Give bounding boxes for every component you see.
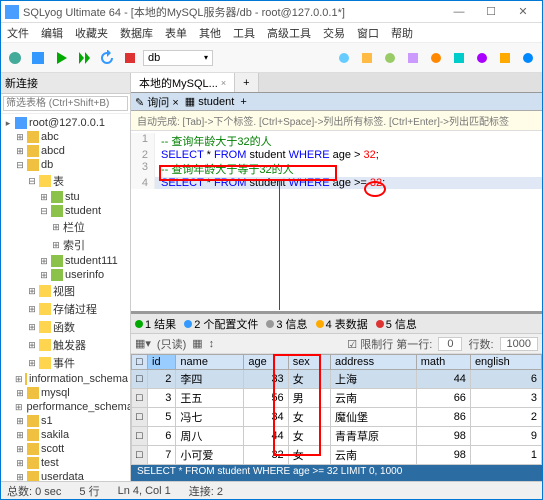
new-conn-icon[interactable]: [5, 48, 25, 68]
menu-db[interactable]: 数据库: [120, 25, 153, 41]
result-tab-5[interactable]: 5 信息: [376, 316, 417, 332]
tool-icon-3[interactable]: [380, 48, 400, 68]
tool-icon-9[interactable]: [518, 48, 538, 68]
menu-adv[interactable]: 高级工具: [267, 25, 311, 41]
tool-icon-4[interactable]: [403, 48, 423, 68]
app-icon: [5, 5, 19, 19]
execute-icon[interactable]: [51, 48, 71, 68]
tool-icon-1[interactable]: [334, 48, 354, 68]
result-tab-3[interactable]: 3 信息: [266, 316, 307, 332]
menu-table[interactable]: 表单: [165, 25, 187, 41]
tool-icon-2[interactable]: [357, 48, 377, 68]
autocomplete-hint: 自动完成: [Tab]->下个标签. [Ctrl+Space]->列出所有标签.…: [131, 111, 542, 131]
close-button[interactable]: ✕: [508, 3, 538, 21]
menubar: 文件 编辑 收藏夹 数据库 表单 其他 工具 高级工具 交易 窗口 帮助: [1, 23, 542, 43]
tool-icon-6[interactable]: [449, 48, 469, 68]
tool-icon-5[interactable]: [426, 48, 446, 68]
query-tab-2[interactable]: ▦ student: [185, 95, 235, 108]
tool-icon-7[interactable]: [472, 48, 492, 68]
results-pane: 1 结果 2 个配置文件 3 信息 4 表数据 5 信息 ▦▾ (只读) ▦ ↕…: [131, 314, 542, 481]
result-footer: SELECT * FROM student WHERE age >= 32 LI…: [131, 465, 542, 481]
status-total: 总数: 0 sec: [7, 483, 61, 499]
menu-tools[interactable]: 工具: [233, 25, 255, 41]
sort-icon[interactable]: ↕: [209, 338, 215, 350]
sidebar: 新连接 ▸root@127.0.0.1 ⊞abc ⊞abcd ⊟db ⊟表 ⊞s…: [1, 73, 131, 481]
minimize-button[interactable]: —: [444, 3, 474, 21]
menu-other[interactable]: 其他: [199, 25, 221, 41]
conn-tabs: 本地的MySQL...× +: [131, 73, 542, 93]
menu-trans[interactable]: 交易: [323, 25, 345, 41]
menu-fav[interactable]: 收藏夹: [75, 25, 108, 41]
sql-editor[interactable]: 1-- 查询年龄大于32的人 2SELECT * FROM student WH…: [131, 131, 542, 211]
query-tab-1[interactable]: ✎ 询问 ×: [135, 94, 179, 110]
menu-help[interactable]: 帮助: [391, 25, 413, 41]
result-grid[interactable]: □idnameagesexaddressmathenglish □2李四33女上…: [131, 354, 542, 465]
status-pos: Ln 4, Col 1: [118, 485, 171, 497]
query-tabs: ✎ 询问 × ▦ student +: [131, 93, 542, 111]
db-combo[interactable]: db: [143, 50, 213, 66]
status-conn: 连接: 2: [189, 483, 223, 499]
row-count-input[interactable]: 1000: [500, 337, 538, 351]
menu-window[interactable]: 窗口: [357, 25, 379, 41]
execute-all-icon[interactable]: [74, 48, 94, 68]
export-icon[interactable]: ▦: [192, 337, 202, 350]
query-tab-add[interactable]: +: [240, 96, 246, 108]
maximize-button[interactable]: ☐: [476, 3, 506, 21]
readonly-label: (只读): [157, 336, 186, 352]
grid-icon[interactable]: ▦▾: [135, 337, 151, 350]
menu-edit[interactable]: 编辑: [41, 25, 63, 41]
refresh-icon[interactable]: [97, 48, 117, 68]
statusbar: 总数: 0 sec 5 行 Ln 4, Col 1 连接: 2: [1, 481, 542, 499]
filter-input[interactable]: [3, 96, 128, 111]
tree-root[interactable]: root@127.0.0.1: [29, 117, 105, 129]
status-rows: 5 行: [79, 483, 99, 499]
tree[interactable]: ▸root@127.0.0.1 ⊞abc ⊞abcd ⊟db ⊟表 ⊞stu ⊟…: [1, 114, 130, 481]
result-tab-4[interactable]: 4 表数据: [316, 316, 368, 332]
menu-file[interactable]: 文件: [7, 25, 29, 41]
result-tab-2[interactable]: 2 个配置文件: [184, 316, 258, 332]
conn-tab-1[interactable]: 本地的MySQL...×: [131, 73, 235, 92]
conn-tab-add[interactable]: +: [235, 73, 258, 92]
titlebar: SQLyog Ultimate 64 - [本地的MySQL服务器/db - r…: [1, 1, 542, 23]
new-query-icon[interactable]: [28, 48, 48, 68]
start-row-input[interactable]: 0: [438, 337, 462, 351]
stop-icon[interactable]: [120, 48, 140, 68]
tool-icon-8[interactable]: [495, 48, 515, 68]
toolbar: db: [1, 43, 542, 73]
sidebar-header: 新连接: [1, 73, 130, 94]
result-tab-1[interactable]: 1 结果: [135, 316, 176, 332]
window-title: SQLyog Ultimate 64 - [本地的MySQL服务器/db - r…: [23, 4, 444, 20]
